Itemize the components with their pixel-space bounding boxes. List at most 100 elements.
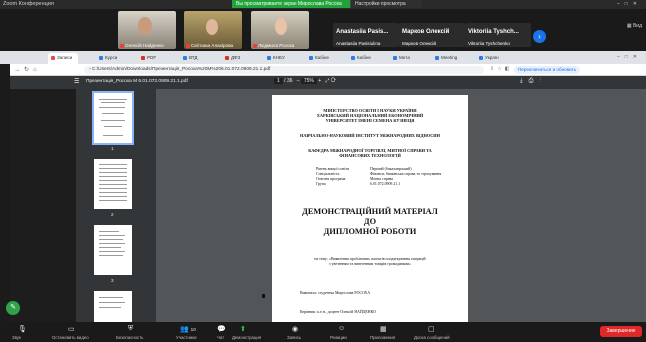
participant-camera-off-tile[interactable]: Марков Олексій Марков Олексій (399, 23, 465, 47)
participant-camera-off-tile[interactable]: Anastasiia Pasis... Anastasiia Pasisiuli… (333, 23, 399, 47)
pdf-actions: ⤓⎙⋮ (520, 78, 547, 85)
record-button[interactable]: ◉ (292, 325, 298, 333)
browser-window-controls[interactable]: –□✕ (617, 54, 642, 60)
audio-button[interactable]: 🎙 (18, 325, 27, 333)
whiteboard-button[interactable]: ▢ (428, 325, 435, 333)
tab-favicon-icon (393, 55, 397, 60)
download-icon[interactable]: ⤓ (520, 78, 529, 84)
end-meeting-button[interactable]: Завершение (600, 326, 642, 337)
browser-tab[interactable]: Кабіне (306, 53, 338, 64)
thumbnail-page-number: 1 (111, 146, 114, 151)
tab-favicon-icon (435, 55, 439, 60)
whiteboard-label: Доска сообщений (414, 335, 450, 340)
whiteboard-icon: ▢ (428, 326, 435, 333)
extensions-icon[interactable]: ◧ (505, 66, 513, 72)
participant-name: Anastasiia Pasisiulina (336, 41, 381, 46)
rotate-icon[interactable]: ⟳ (331, 78, 336, 84)
participant-name: Марков Олексій (402, 41, 437, 46)
browser-tab[interactable]: Кабіне (348, 53, 380, 64)
pdf-toolbar: ☰ Презентація_Росоха М 6.01.072.0909.21.… (0, 76, 646, 89)
sidebar-menu-icon[interactable]: ☰ (74, 78, 79, 85)
smile-icon: ☺ (338, 325, 346, 332)
browser-tab[interactable]: ВТД (180, 53, 210, 64)
zoom-controls-bar: 🎙 Звук ▭ Остановить видео ⛨ Безопасность… (0, 322, 646, 342)
tab-label: Кабіне (315, 55, 329, 60)
minimize-icon[interactable]: – (617, 1, 625, 7)
view-settings-button[interactable]: Настройки просмотра (350, 0, 422, 8)
participants-label: Участники (176, 335, 197, 340)
browser-tab[interactable]: ДФЗ (222, 53, 252, 64)
muted-mic-icon (253, 43, 257, 48)
tab-favicon-icon (479, 55, 483, 60)
share-screen-button[interactable]: ⬆ (240, 325, 246, 333)
apps-icon: ▦ (380, 326, 387, 333)
participant-camera-off-tile[interactable]: Viktoriia Tyshch... Viktoriia Tyshchenko (465, 23, 531, 47)
zoom-title-bar: Zoom Конференция Вы просматриваете экран… (0, 0, 646, 9)
security-label: Безопасность (116, 335, 144, 340)
screen-share-banner[interactable]: Вы просматриваете экран Мирослава Росоха (232, 0, 350, 8)
annotate-pen-button[interactable]: ✎ (6, 301, 20, 315)
security-button[interactable]: ⛨ (128, 325, 133, 333)
chat-label: Чат (217, 335, 225, 340)
forward-icon[interactable]: → (14, 67, 24, 73)
participant-face (206, 19, 218, 35)
print-icon[interactable]: ⎙ (529, 78, 540, 84)
more-options-icon[interactable]: ⋮ (539, 78, 547, 84)
pdf-viewer-body: 1 2 3 МІНІСТЕРСТВО ОСВІТИ І НАУКИ УКРАЇН… (0, 89, 646, 322)
page-thumbnail[interactable] (92, 91, 134, 145)
zoom-level-input[interactable]: 75% (300, 78, 317, 84)
participants-button[interactable]: 👥 10 (180, 325, 196, 333)
next-participants-button[interactable]: › (533, 30, 546, 43)
window-controls[interactable]: –□✕ (617, 1, 642, 7)
participant-video-tile[interactable]: Олексій Найденко (118, 11, 176, 49)
zoom-out-icon[interactable]: – (297, 78, 300, 84)
page-thumbnail[interactable] (94, 291, 132, 322)
address-bar-input[interactable]: ▫ C:/Users/Admin/Downloads/Презентація_Р… (84, 66, 484, 74)
participant-face (138, 17, 152, 35)
view-menu-button[interactable]: ▦ Вид (627, 23, 642, 29)
url-text: C:/Users/Admin/Downloads/Презентація_Рос… (92, 67, 271, 72)
participant-video-tile[interactable]: Світлана Алахірова (184, 11, 242, 49)
browser-tab[interactable]: Мета (390, 53, 422, 64)
browser-tab[interactable]: Записи (48, 53, 78, 64)
participant-face (275, 18, 287, 35)
department-heading-line2: ФІНАНСОВИХ ТЕХНОЛОГІЙ (339, 153, 401, 158)
reactions-button[interactable]: ☺ (338, 325, 345, 332)
chat-button[interactable]: 💬 (217, 325, 226, 333)
muted-mic-icon (186, 43, 190, 48)
page-thumbnail[interactable] (94, 159, 132, 209)
detail-row: Група 6.01.072.0909.21.1 (316, 182, 466, 187)
maximize-icon[interactable]: □ (625, 1, 633, 7)
detail-value: Перший (бакалаврський) (370, 167, 412, 171)
fit-page-icon[interactable]: ⤢ (325, 78, 329, 84)
detail-value: Фінанси, банківська справа та страхуванн… (370, 172, 442, 176)
browser-tab[interactable]: КНЕУ (264, 53, 296, 64)
browser-tab[interactable]: Meeting (432, 53, 466, 64)
page-thumbnail[interactable] (94, 225, 132, 275)
shield-icon: ⛨ (128, 325, 134, 332)
minimize-icon[interactable]: – (617, 54, 625, 60)
address-bar-actions: ⇪☆◧ (490, 66, 512, 72)
shared-browser-window: Записи Курси PDF ВТД ДФЗ КНЕУ Кабіне Каб… (0, 51, 646, 322)
apps-button[interactable]: ▦ (380, 325, 387, 333)
tab-label: ДФЗ (231, 55, 241, 60)
zoom-in-icon[interactable]: + (318, 78, 321, 84)
close-icon[interactable]: ✕ (633, 54, 642, 60)
maximize-icon[interactable]: □ (625, 54, 633, 60)
close-icon[interactable]: ✕ (633, 1, 642, 7)
home-icon[interactable]: ⌂ (33, 67, 41, 73)
update-browser-button[interactable]: Переключиться и обновить (514, 66, 581, 74)
bookmark-star-icon[interactable]: ☆ (497, 66, 504, 72)
tab-label: PDF (147, 55, 157, 60)
audio-label: Звук (12, 335, 21, 340)
participant-video-tile[interactable]: Людмила Росоха (251, 11, 309, 49)
browser-tab[interactable]: Курси (96, 53, 126, 64)
share-screen-icon: ⬆ (240, 326, 246, 333)
browser-tab[interactable]: Україн (476, 53, 510, 64)
reload-icon[interactable]: ↻ (24, 67, 33, 73)
video-strip: Олексій Найденко Світлана Алахірова Людм… (0, 9, 646, 51)
page-number-input[interactable]: 1 (274, 78, 283, 84)
university-heading-line2: УНІВЕРСИТЕТ ІМЕНІ СЕМЕНА КУЗНЕЦЯ (325, 118, 415, 123)
browser-tab[interactable]: PDF (138, 53, 168, 64)
video-button[interactable]: ▭ (68, 325, 75, 333)
